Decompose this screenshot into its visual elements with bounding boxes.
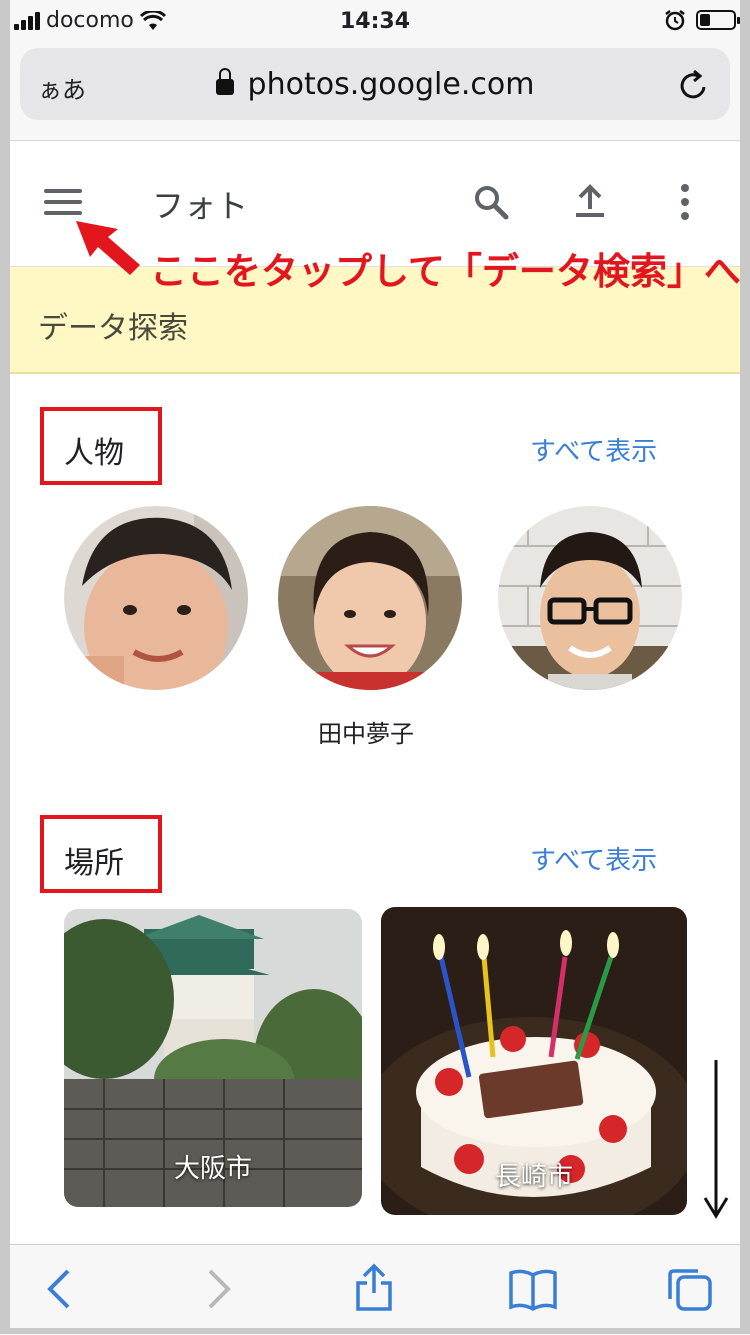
places-section-title: 場所 (64, 846, 124, 881)
people-see-all-link[interactable]: すべて表示 (530, 431, 657, 468)
status-time: 14:34 (339, 9, 411, 34)
tabs-icon[interactable] (666, 1267, 714, 1313)
search-icon[interactable] (472, 183, 510, 221)
status-bar: docomo 14:34 (0, 0, 750, 44)
people-section-title: 人物 (64, 436, 124, 471)
share-icon[interactable] (354, 1263, 394, 1313)
person-name: 田中夢子 (318, 720, 414, 748)
places-see-all-link[interactable]: すべて表示 (530, 840, 657, 877)
person-thumbnail[interactable] (278, 506, 462, 690)
browser-toolbar (0, 1244, 750, 1335)
place-card[interactable]: 長崎市 (381, 907, 687, 1215)
reload-icon[interactable] (678, 68, 710, 102)
forward-icon[interactable] (204, 1267, 234, 1311)
child-face-image (64, 506, 248, 690)
person-thumbnail[interactable] (64, 506, 248, 690)
browser-url-area: ぁあ photos.google.com (0, 44, 750, 141)
scroll-down-arrow-icon (703, 1060, 729, 1219)
annotation-text: ここをタップして「データ検索」へ (150, 250, 741, 293)
person-thumbnail[interactable] (498, 506, 682, 690)
url-text: photos.google.com (247, 67, 535, 102)
alarm-icon (665, 10, 685, 31)
back-icon[interactable] (44, 1267, 74, 1311)
place-label: 大阪市 (173, 1154, 252, 1184)
annotation-arrow-icon (76, 221, 140, 275)
status-right (664, 9, 740, 31)
battery-icon (696, 10, 740, 30)
url-display[interactable]: photos.google.com (20, 67, 730, 102)
woman-face-image (278, 506, 462, 690)
app-title: フォト (152, 187, 249, 225)
lock-icon (215, 68, 234, 95)
place-card[interactable]: 大阪市 (64, 909, 362, 1207)
man-face-image (498, 506, 682, 690)
more-options-icon[interactable] (675, 183, 695, 221)
upload-icon[interactable] (572, 183, 608, 221)
menu-icon[interactable] (44, 189, 82, 217)
place-label: 長崎市 (494, 1162, 573, 1192)
url-bar[interactable]: ぁあ photos.google.com (20, 48, 730, 120)
banner-text: データ探索 (38, 311, 188, 346)
bookmarks-icon[interactable] (508, 1267, 558, 1311)
